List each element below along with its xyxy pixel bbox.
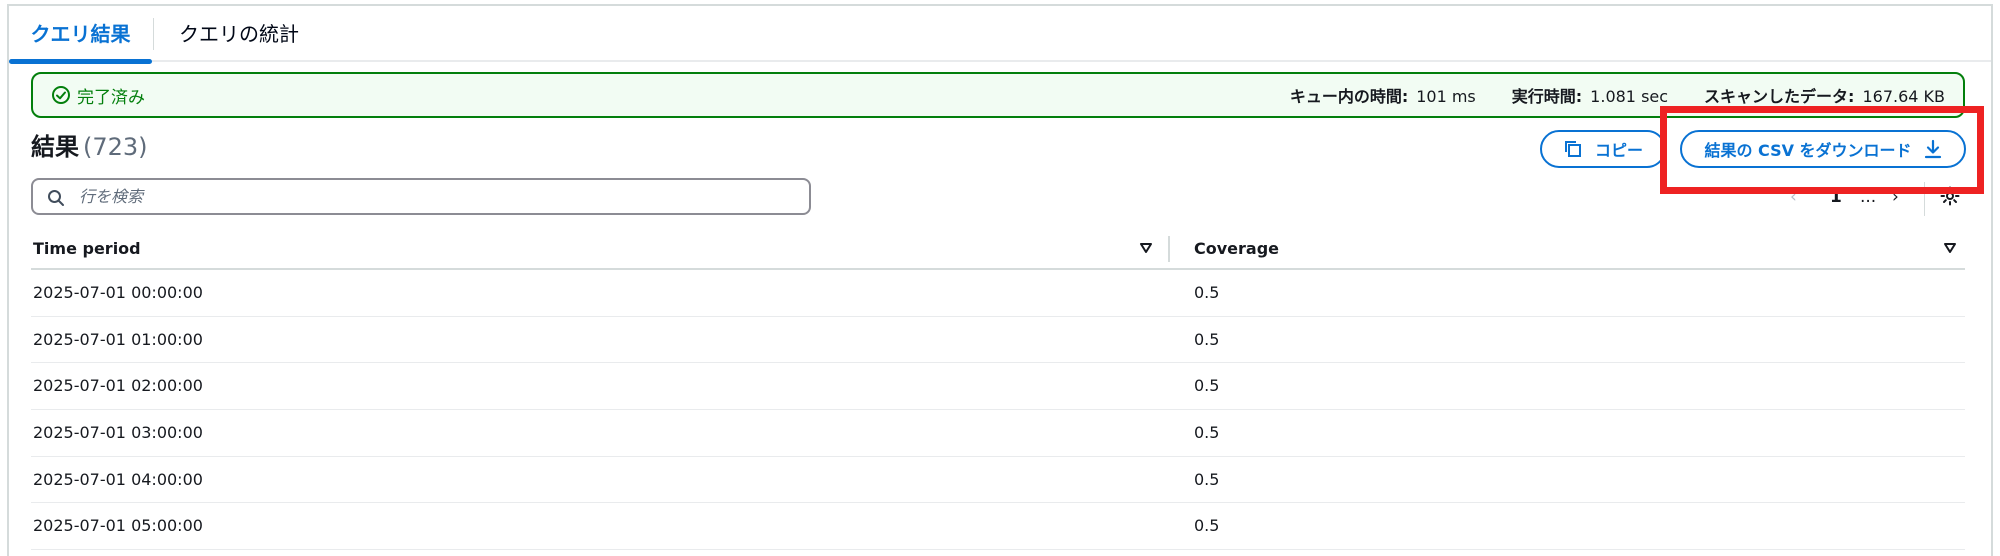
annotation-highlight-box: [1660, 106, 1984, 194]
status-text: 完了済み: [77, 87, 145, 108]
status-indicator: 完了済み: [51, 74, 145, 116]
exec-time-value: 1.081 sec: [1590, 87, 1669, 106]
table-row: 2025-07-01 04:00:00 0.5: [31, 457, 1965, 504]
cell-coverage: 0.5: [1194, 516, 1220, 536]
sort-caret-icon[interactable]: [1139, 241, 1153, 255]
column-header-time-period[interactable]: Time period: [33, 228, 141, 270]
cell-time-period: 2025-07-01 02:00:00: [33, 376, 203, 396]
column-header-coverage[interactable]: Coverage: [1194, 228, 1279, 270]
check-circle-icon: [52, 86, 70, 104]
table-row: 2025-07-01 00:00:00 0.5: [31, 270, 1965, 317]
metric-exec-time: 実行時間: 1.081 sec: [1512, 83, 1668, 107]
metric-queue-time: キュー内の時間: 101 ms: [1290, 83, 1476, 107]
queue-time-value: 101 ms: [1416, 87, 1476, 106]
cell-coverage: 0.5: [1194, 283, 1220, 302]
results-table: Time period Coverage 2025-07-01 00:00:00…: [31, 228, 1965, 551]
results-title: 結果: [31, 133, 79, 161]
search-input[interactable]: [77, 180, 799, 213]
tab-divider: [153, 18, 154, 50]
cell-time-period: 2025-07-01 04:00:00: [33, 469, 203, 489]
cell-time-period: 2025-07-01 00:00:00: [33, 283, 203, 302]
results-count: (723): [83, 133, 148, 161]
cell-time-period: 2025-07-01 01:00:00: [33, 329, 203, 349]
metric-scanned-data: スキャンしたデータ: 167.64 KB: [1704, 83, 1945, 107]
results-heading: 結果 (723): [31, 130, 148, 164]
copy-label: コピー: [1594, 141, 1643, 160]
copy-icon: [1564, 141, 1581, 157]
queue-time-label: キュー内の時間:: [1289, 87, 1409, 106]
search-icon: [48, 190, 64, 206]
tab-query-stats[interactable]: クエリの統計: [179, 6, 299, 62]
table-row: 2025-07-01 01:00:00 0.5: [31, 317, 1965, 364]
scanned-value: 167.64 KB: [1862, 87, 1945, 106]
column-resizer[interactable]: [1168, 236, 1170, 262]
table-row: 2025-07-01 03:00:00 0.5: [31, 410, 1965, 457]
cell-coverage: 0.5: [1194, 469, 1220, 489]
table-row: 2025-07-01 02:00:00 0.5: [31, 363, 1965, 411]
scanned-label: スキャンしたデータ:: [1704, 87, 1855, 106]
cell-coverage: 0.5: [1194, 376, 1220, 396]
cell-coverage: 0.5: [1194, 423, 1220, 443]
tab-query-results[interactable]: クエリ結果: [9, 6, 152, 64]
table-header: Time period Coverage: [31, 228, 1965, 270]
copy-button[interactable]: コピー: [1540, 130, 1666, 168]
cell-time-period: 2025-07-01 05:00:00: [33, 516, 203, 536]
exec-time-label: 実行時間:: [1511, 87, 1583, 106]
table-row: 2025-07-01 05:00:00 0.5: [31, 503, 1965, 551]
search-box: [31, 178, 811, 215]
sort-caret-icon[interactable]: [1943, 241, 1957, 255]
tab-bar: クエリ結果 クエリの統計: [9, 6, 1991, 64]
cell-time-period: 2025-07-01 03:00:00: [33, 423, 203, 443]
cell-coverage: 0.5: [1194, 329, 1220, 349]
